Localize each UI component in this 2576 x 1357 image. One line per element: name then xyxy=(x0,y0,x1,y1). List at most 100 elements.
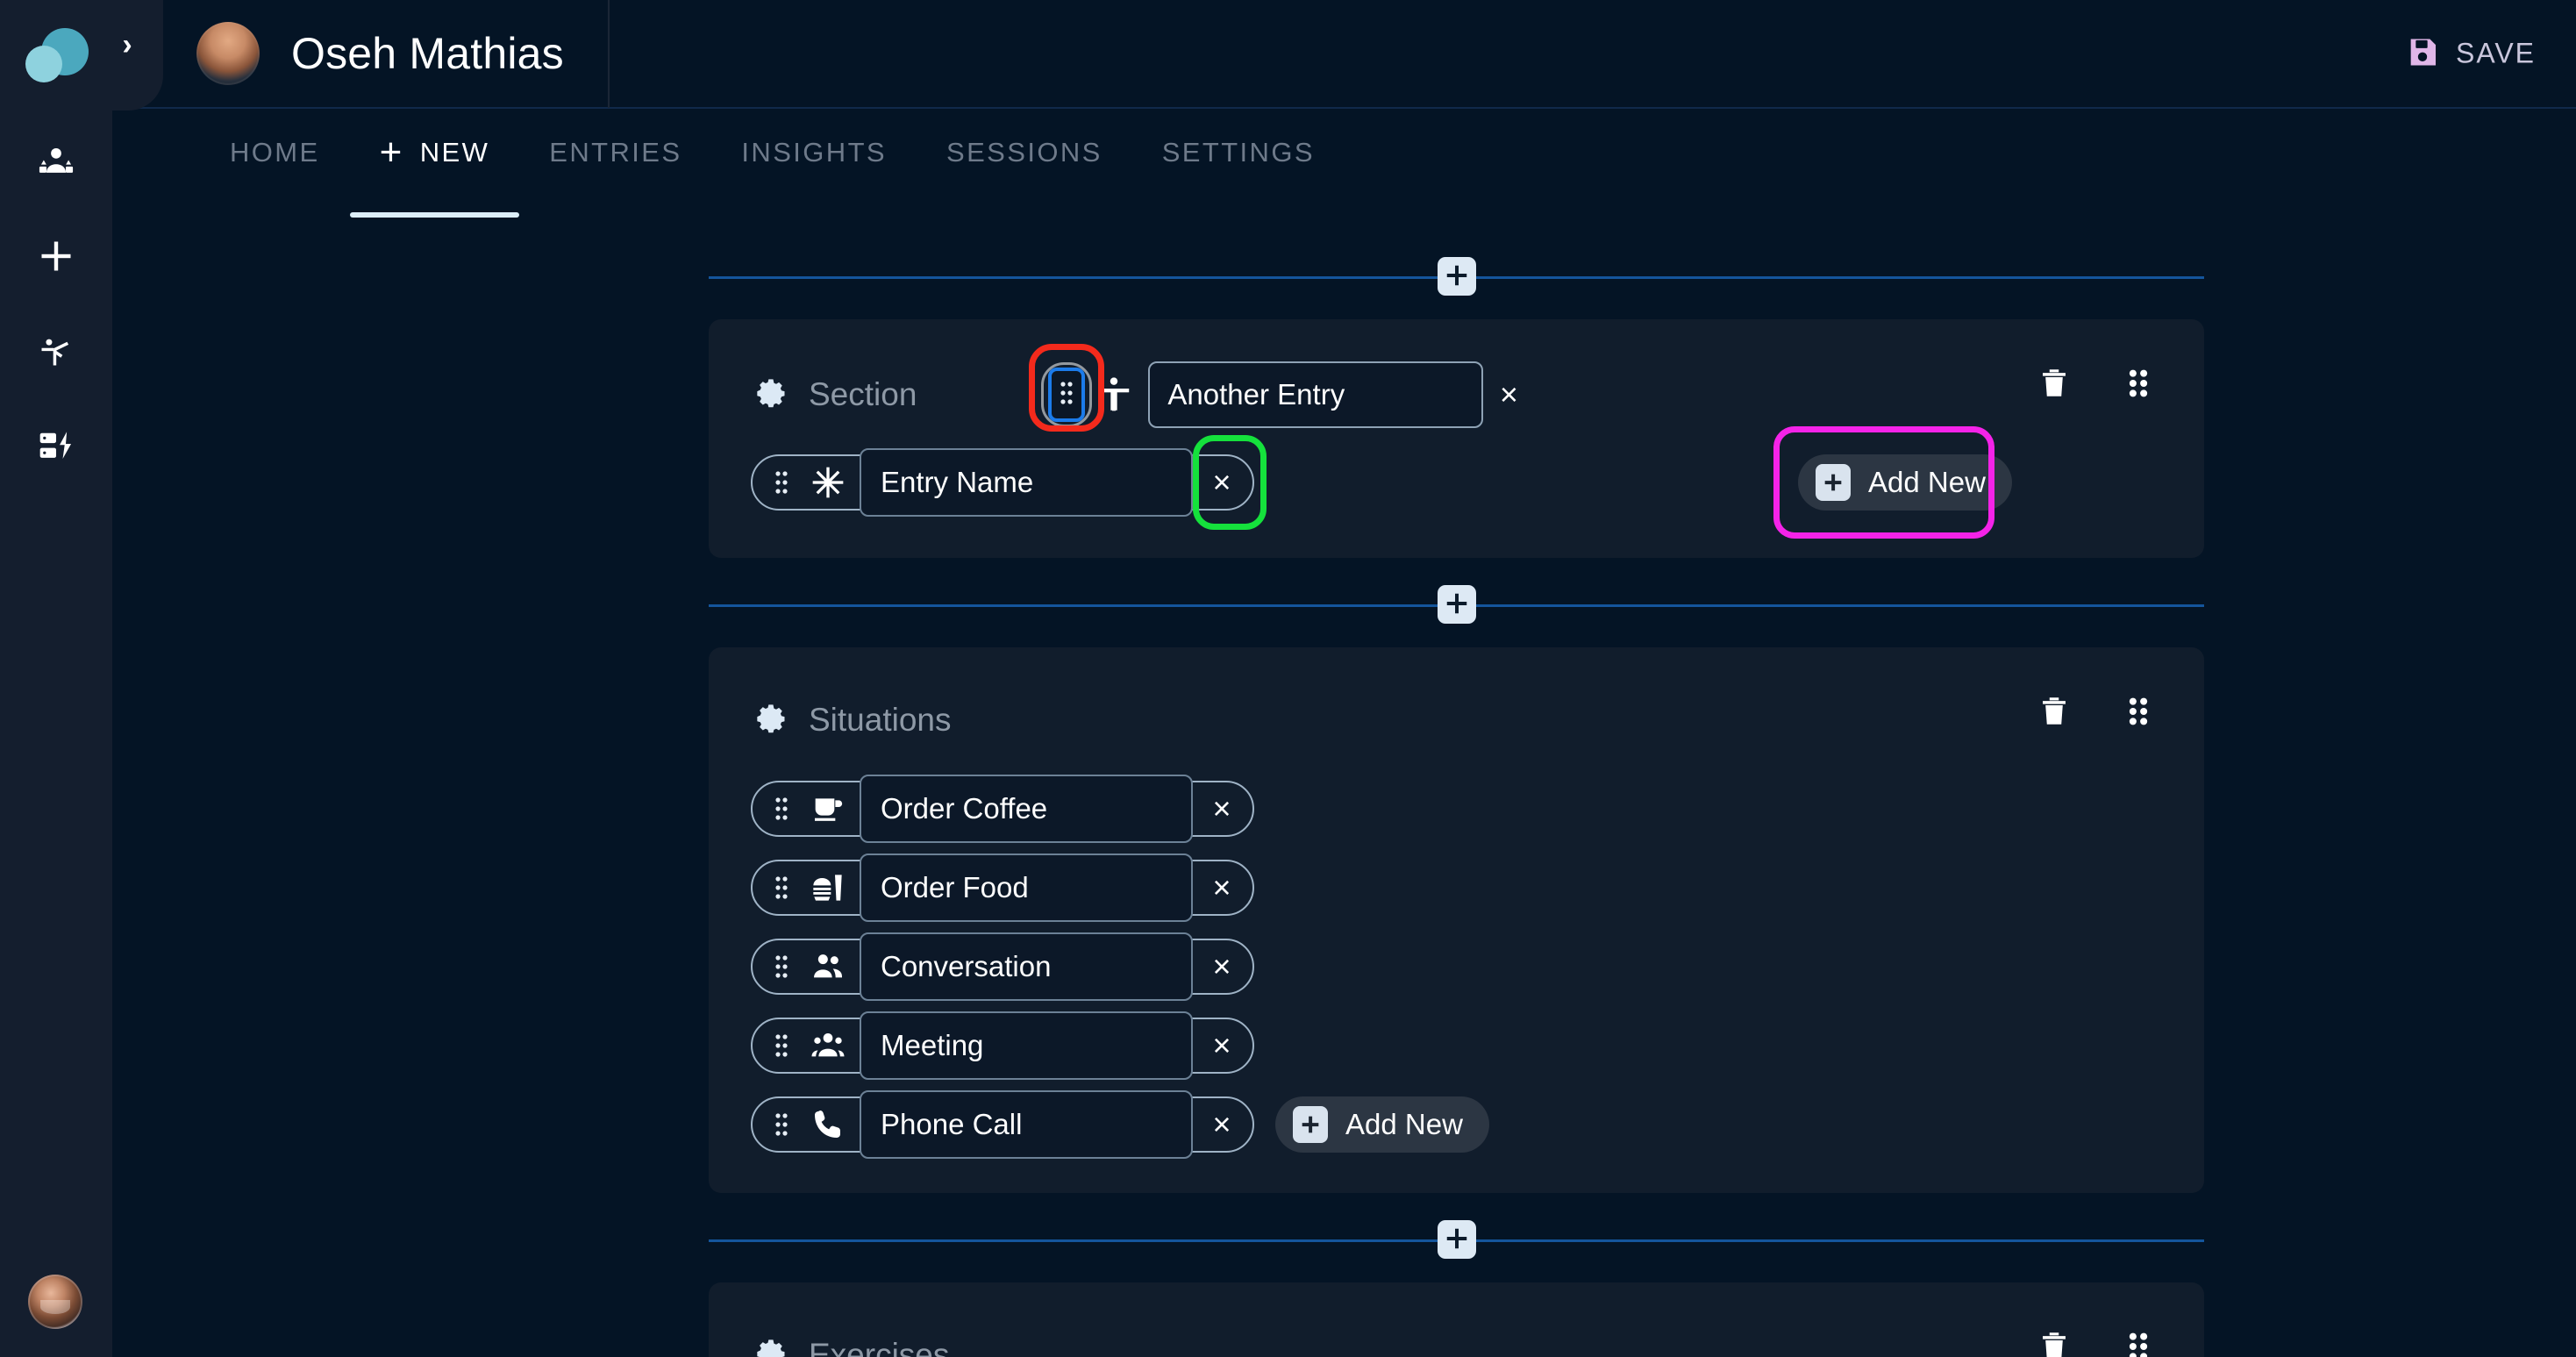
section-header-entry: × xyxy=(1029,344,1534,432)
fast-food-icon xyxy=(803,870,853,905)
remove-entry-button[interactable]: × xyxy=(1483,369,1534,420)
sidebar-item-groups[interactable] xyxy=(28,135,84,191)
drag-handle[interactable] xyxy=(768,953,795,981)
section-header: Situations xyxy=(751,689,2151,751)
app-root: › Oseh Mathias SAVE HOME + NEW ENTRIES I… xyxy=(0,0,2576,1357)
add-new-entry-button[interactable]: Add New xyxy=(1798,454,2012,511)
sections-column: Section × xyxy=(709,249,2204,1357)
floppy-disk-icon xyxy=(2405,35,2440,73)
coffee-cup-icon xyxy=(803,791,853,826)
drag-handle-icon xyxy=(775,471,788,494)
entry-row: × xyxy=(751,1011,1254,1080)
add-section-button[interactable] xyxy=(1437,257,1476,296)
section-header: Section × xyxy=(751,344,2151,432)
trash-icon xyxy=(2036,693,2073,732)
drag-handle[interactable] xyxy=(1041,362,1093,427)
entry-row-list: × × xyxy=(751,775,1777,1159)
tab-label: SETTINGS xyxy=(1161,137,1315,168)
sidebar-item-dashboard[interactable] xyxy=(28,419,84,475)
topbar: Oseh Mathias SAVE xyxy=(112,0,2576,109)
reorder-section-handle[interactable] xyxy=(2120,693,2157,732)
delete-section-button[interactable] xyxy=(2036,693,2073,732)
section-divider xyxy=(709,577,2204,632)
entry-name-input[interactable] xyxy=(860,775,1193,843)
section-divider xyxy=(709,249,2204,304)
entry-row: × xyxy=(751,932,1254,1001)
drag-handle-icon xyxy=(775,1113,788,1136)
plus-square-icon xyxy=(1816,464,1851,501)
section-tools xyxy=(2036,365,2157,404)
remove-entry-button[interactable]: × xyxy=(1196,1099,1247,1150)
section-card-situations: Situations Order Coffee × Order Food × C… xyxy=(709,647,2204,1193)
drag-handle[interactable] xyxy=(768,468,795,496)
reorder-section-handle[interactable] xyxy=(2120,365,2157,404)
entry-row: × xyxy=(751,1090,1254,1159)
entry-name-input[interactable] xyxy=(860,448,1193,517)
add-section-button[interactable] xyxy=(1437,1220,1476,1259)
tab-insights[interactable]: INSIGHTS xyxy=(711,109,917,196)
tab-new[interactable]: + NEW xyxy=(349,109,520,218)
content-area: Section × xyxy=(112,219,2576,1357)
entry-row: × xyxy=(751,775,1254,843)
remove-entry-button[interactable]: × xyxy=(1196,862,1247,913)
trash-icon xyxy=(2036,1328,2073,1357)
delete-section-button[interactable] xyxy=(2036,1328,2073,1357)
people-group-icon xyxy=(803,1028,853,1063)
add-new-entry-button[interactable]: Add New xyxy=(1275,1096,1489,1153)
groups-icon xyxy=(37,142,75,185)
tab-label: INSIGHTS xyxy=(741,137,888,168)
entry-row-list: × Add New xyxy=(751,426,2151,539)
entry-row: × xyxy=(751,435,1267,530)
reorder-section-handle[interactable] xyxy=(2120,1328,2157,1357)
add-new-label: Add New xyxy=(1868,466,1986,498)
drag-handle-icon xyxy=(775,955,788,978)
remove-entry-button[interactable]: × xyxy=(1196,941,1247,992)
plus-icon xyxy=(1444,262,1470,291)
save-button[interactable]: SAVE xyxy=(2405,35,2536,73)
entry-name-input[interactable] xyxy=(860,1011,1193,1080)
gear-icon[interactable] xyxy=(751,1336,789,1357)
gear-icon[interactable] xyxy=(751,375,789,414)
entry-name-input[interactable] xyxy=(860,853,1193,922)
remove-entry-button[interactable]: × xyxy=(1196,457,1247,508)
section-tools xyxy=(2036,1328,2157,1357)
save-button-label: SAVE xyxy=(2456,37,2536,69)
profile-avatar[interactable] xyxy=(196,22,260,85)
two-circles-logo-icon xyxy=(24,26,89,82)
drag-handle[interactable] xyxy=(768,1032,795,1060)
sidebar-item-add[interactable] xyxy=(28,230,84,286)
section-card-section: Section × xyxy=(709,319,2204,558)
chevron-right-icon: › xyxy=(122,27,132,61)
sidebar-nav xyxy=(0,109,112,475)
tab-label: ENTRIES xyxy=(549,137,682,168)
sidebar-item-exercises[interactable] xyxy=(28,325,84,381)
topbar-divider xyxy=(607,0,610,108)
entry-name-input[interactable] xyxy=(860,932,1193,1001)
phone-icon xyxy=(803,1107,853,1142)
entry-name-input[interactable] xyxy=(1148,361,1484,428)
people-pair-icon xyxy=(803,949,853,984)
tab-home[interactable]: HOME xyxy=(200,109,350,196)
remove-entry-button[interactable]: × xyxy=(1196,1020,1247,1071)
sidebar-avatar[interactable] xyxy=(28,1275,82,1329)
section-title: Section xyxy=(809,376,917,412)
gear-icon[interactable] xyxy=(751,701,789,739)
drag-handle[interactable] xyxy=(768,1111,795,1139)
sidebar-collapse-toggle[interactable]: › xyxy=(98,0,163,111)
drag-grid-icon xyxy=(2120,693,2157,732)
app-logo[interactable] xyxy=(0,0,112,109)
entry-name-input[interactable] xyxy=(860,1090,1193,1159)
tab-sessions[interactable]: SESSIONS xyxy=(917,109,1132,196)
remove-entry-button[interactable]: × xyxy=(1196,783,1247,834)
page-title: Oseh Mathias xyxy=(291,29,564,78)
tab-settings[interactable]: SETTINGS xyxy=(1132,109,1345,196)
add-new-label: Add New xyxy=(1345,1108,1463,1140)
add-section-button[interactable] xyxy=(1437,585,1476,624)
drag-grid-icon xyxy=(2120,1328,2157,1357)
drag-handle[interactable] xyxy=(768,874,795,902)
tab-entries[interactable]: ENTRIES xyxy=(519,109,711,196)
tab-label: NEW xyxy=(419,137,490,168)
drag-handle[interactable] xyxy=(768,795,795,823)
delete-section-button[interactable] xyxy=(2036,365,2073,404)
plus-icon: + xyxy=(379,130,404,174)
